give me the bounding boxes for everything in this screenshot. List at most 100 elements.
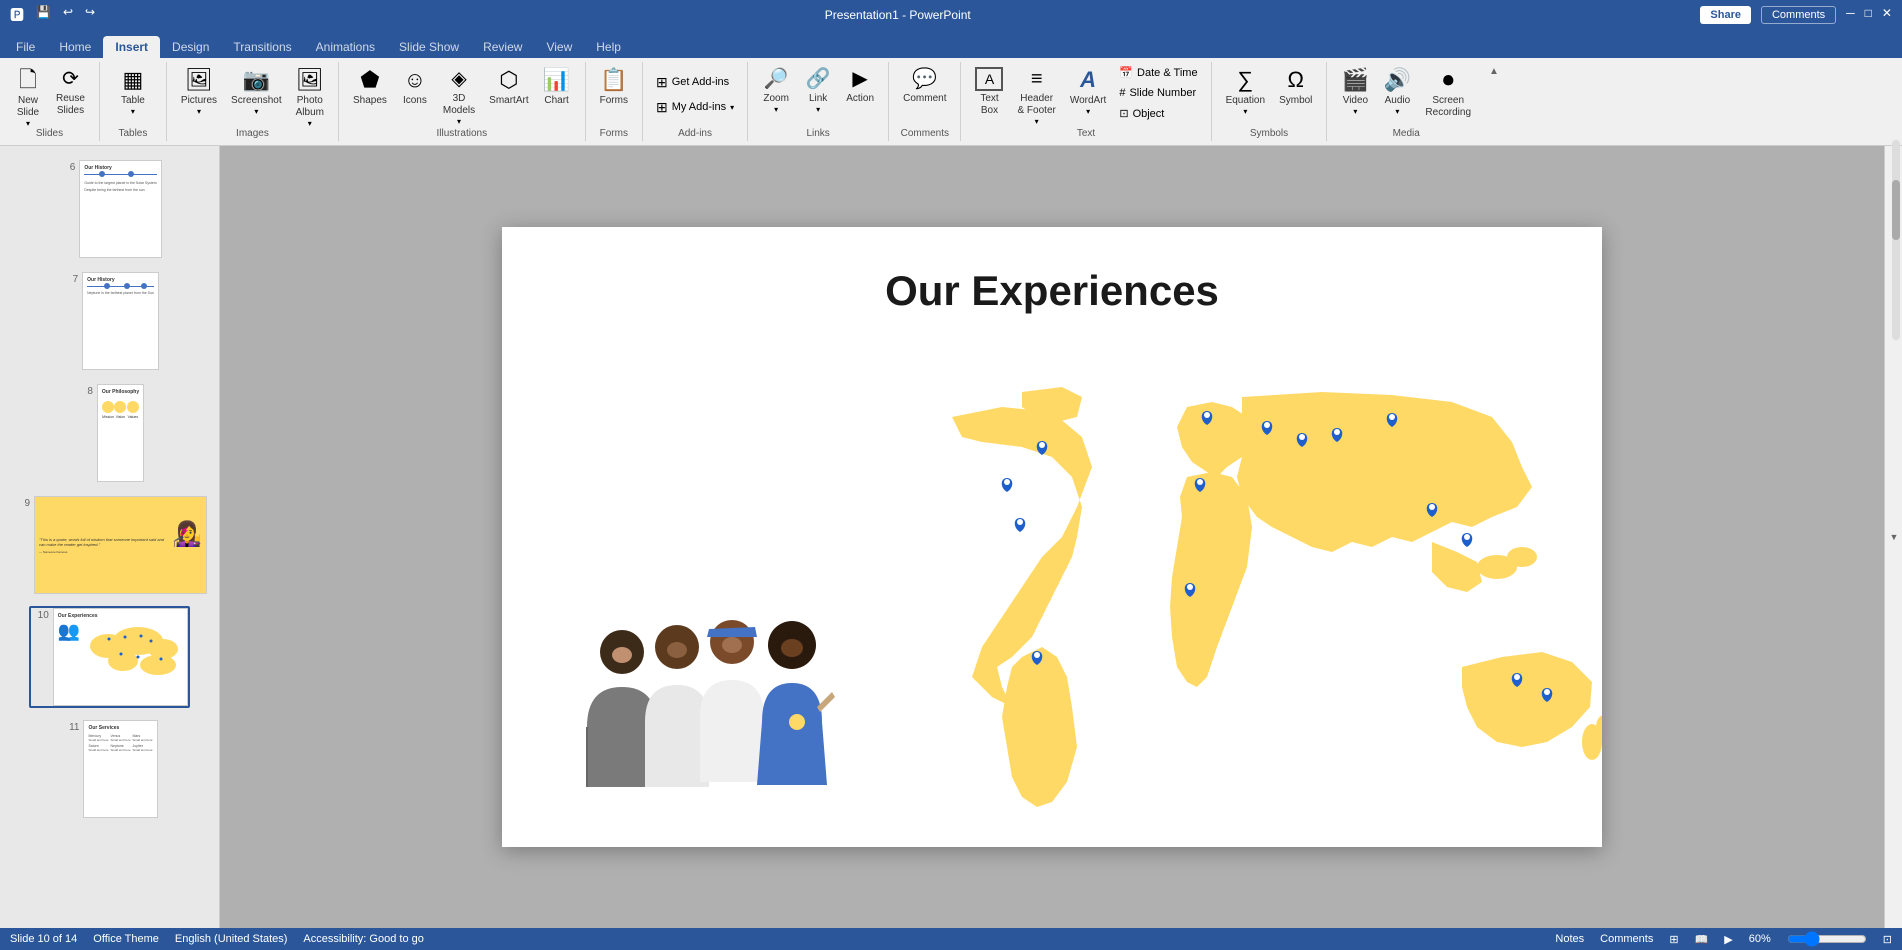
slide-thumb-8[interactable]: 8 Our Philosophy Mission Vision [73,382,146,484]
title-bar-right: Share Comments ─ □ ✕ [1700,6,1892,24]
3d-models-button[interactable]: ◈ 3DModels ▾ [437,64,481,130]
ribbon-tabs-container: File Home Insert Design Transitions Anim… [0,30,1902,58]
people-svg [557,607,857,807]
ribbon-group-links: 🔎 Zoom ▾ 🔗 Link ▾ ▶ Action Links [748,62,889,141]
text-box-icon: A [975,67,1003,91]
table-button[interactable]: ▦ Table ▾ [108,64,158,120]
share-button[interactable]: Share [1700,6,1751,24]
action-button[interactable]: ▶ Action [840,64,880,108]
comments-status-button[interactable]: Comments [1600,933,1653,945]
get-addins-icon: ⊞ [656,74,668,91]
zoom-icon: 🔎 [764,67,789,91]
icons-icon: ☺ [404,67,426,93]
status-left: Slide 10 of 14 Office Theme English (Uni… [10,933,424,945]
chart-icon: 📊 [543,67,570,93]
tab-file[interactable]: File [4,36,47,58]
zoom-button[interactable]: 🔎 Zoom ▾ [756,64,796,118]
view-reading[interactable]: 📖 [1695,933,1709,946]
quick-access-redo[interactable]: ↪ [85,5,95,25]
object-button[interactable]: ⊡ Object [1114,105,1202,122]
video-icon: 🎬 [1342,67,1369,93]
slide-thumb-7[interactable]: 7 Our History Neptune is the farthest pl… [58,270,161,372]
close-button[interactable]: ✕ [1882,6,1892,24]
link-button[interactable]: 🔗 Link ▾ [798,64,838,118]
slide-number-button[interactable]: # Slide Number [1114,85,1202,101]
comment-button[interactable]: 💬 Comment [897,64,952,108]
tab-help[interactable]: Help [584,36,633,58]
title-bar: 🅿 💾 ↩ ↪ Presentation1 - PowerPoint Share… [0,0,1902,30]
comments-button[interactable]: Comments [1761,6,1836,24]
forms-group-label: Forms [586,128,642,139]
reuse-slides-icon: ⟳ [62,67,79,91]
tab-review[interactable]: Review [471,36,534,58]
action-icon: ▶ [852,67,867,91]
forms-icon: 📋 [600,67,627,93]
asia [1237,392,1532,552]
smartart-button[interactable]: ⬡ SmartArt [483,64,534,110]
ribbon-group-comments: 💬 Comment Comments [889,62,961,141]
ribbon: 🗋 NewSlide ▾ ⟳ ReuseSlides Slides ▦ Tabl… [0,58,1902,146]
notes-button[interactable]: Notes [1555,933,1584,945]
australia [1462,652,1592,747]
slide-thumb-11[interactable]: 11 Our Services MercurySmall text here V… [59,718,159,820]
view-normal[interactable]: ⊞ [1669,933,1678,946]
slide-canvas[interactable]: Our Experiences [502,227,1602,847]
shapes-button[interactable]: ⬟ Shapes [347,64,393,110]
photo-album-button[interactable]: 🖼 PhotoAlbum ▾ [290,64,330,132]
ribbon-group-images: 🖼 Pictures ▾ 📷 Screenshot ▾ 🖼 PhotoAlbum… [167,62,339,141]
date-time-button[interactable]: 📅 Date & Time [1114,64,1202,81]
3d-models-icon: ◈ [451,67,466,91]
tab-home[interactable]: Home [47,36,103,58]
ribbon-group-forms: 📋 Forms Forms [586,62,643,141]
new-slide-button[interactable]: 🗋 NewSlide ▾ [8,64,48,132]
screen-recording-button[interactable]: ⏺ ScreenRecording [1419,64,1477,122]
icons-button[interactable]: ☺ Icons [395,64,435,110]
tab-animations[interactable]: Animations [304,36,387,58]
right-scroll-down[interactable]: ▼ [1889,532,1899,542]
slide-preview-10: Our Experiences 👥 [53,608,188,706]
header-footer-button[interactable]: ≡ Header& Footer ▾ [1011,64,1061,130]
slide-thumb-9[interactable]: 9 "This is a quote, words full of wisdom… [10,494,209,596]
ribbon-collapse[interactable]: ▲ [1485,62,1503,141]
pictures-button[interactable]: 🖼 Pictures ▾ [175,64,223,120]
slide-preview-9: "This is a quote, words full of wisdom t… [34,496,207,594]
tab-insert[interactable]: Insert [103,36,160,58]
tab-view[interactable]: View [534,36,584,58]
south-america [1002,647,1077,807]
screenshot-button[interactable]: 📷 Screenshot ▾ [225,64,288,120]
app-icon: 🅿 [10,5,24,25]
quick-access-save[interactable]: 💾 [36,5,51,25]
audio-button[interactable]: 🔊 Audio ▾ [1377,64,1417,120]
pictures-icon: 🖼 [185,67,213,93]
reuse-slides-button[interactable]: ⟳ ReuseSlides [50,64,91,120]
screen-recording-icon: ⏺ [1443,67,1454,93]
get-addins-button[interactable]: ⊞ Get Add-ins [651,72,734,93]
slide-thumb-6[interactable]: 6 Our History Guide to the largest plane… [55,158,163,260]
tables-group-label: Tables [100,128,166,139]
symbol-button[interactable]: Ω Symbol [1273,64,1318,110]
my-addins-button[interactable]: ⊞ My Add-ins ▾ [651,97,739,118]
tab-transitions[interactable]: Transitions [221,36,303,58]
forms-button[interactable]: 📋 Forms [594,64,634,110]
view-slideshow[interactable]: ▶ [1724,933,1732,946]
slide-thumb-10[interactable]: 10 Our Experiences 👥 [29,606,190,708]
addins-group-label: Add-ins [643,128,747,139]
zoom-slider[interactable] [1787,931,1867,947]
comments-group-label: Comments [889,128,960,139]
text-group-label: Text [961,128,1210,139]
video-button[interactable]: 🎬 Video ▾ [1335,64,1375,120]
fit-slide[interactable]: ⊡ [1883,933,1892,946]
ribbon-group-tables: ▦ Table ▾ Tables [100,62,167,141]
quick-access-undo[interactable]: ↩ [63,5,73,25]
new-slide-icon: 🗋 [19,67,37,93]
minimize-button[interactable]: ─ [1846,6,1855,24]
equation-button[interactable]: ∑ Equation ▾ [1220,64,1271,120]
wordart-button[interactable]: A WordArt ▾ [1064,64,1113,120]
main-area: 6 Our History Guide to the largest plane… [0,146,1902,928]
ribbon-group-symbols: ∑ Equation ▾ Ω Symbol Symbols [1212,62,1328,141]
tab-slideshow[interactable]: Slide Show [387,36,471,58]
maximize-button[interactable]: □ [1865,6,1872,24]
tab-design[interactable]: Design [160,36,221,58]
chart-button[interactable]: 📊 Chart [537,64,577,110]
text-box-button[interactable]: A TextBox [969,64,1009,120]
